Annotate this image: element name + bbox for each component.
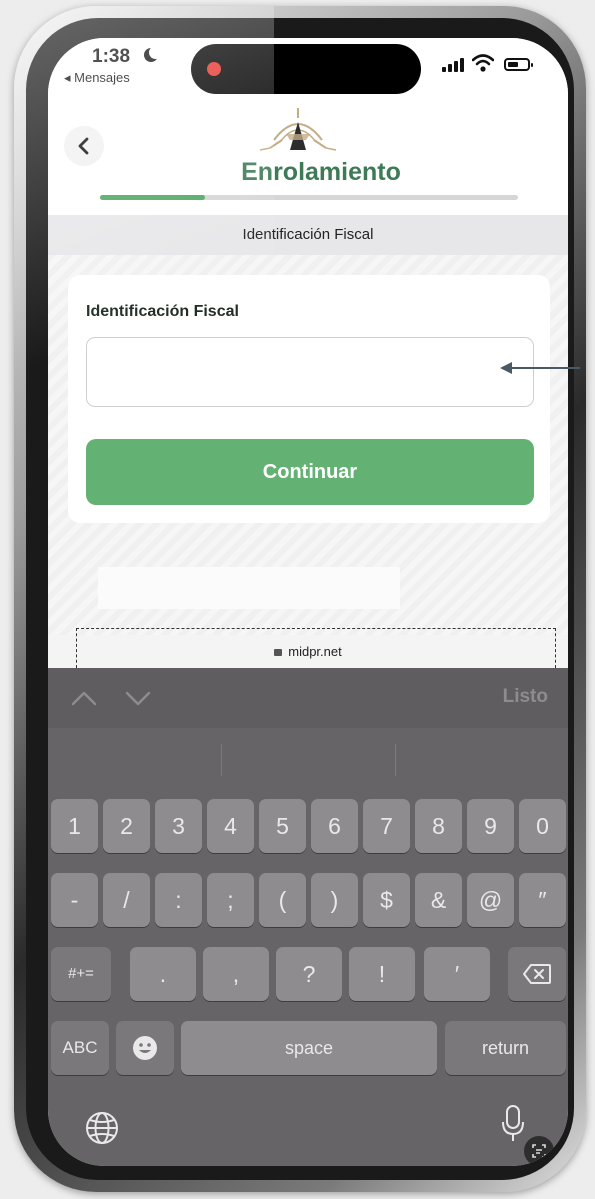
ship-wheel-logo-icon (259, 108, 337, 151)
key-abc[interactable]: ABC (51, 1021, 109, 1075)
status-time: 1:38 (92, 46, 131, 67)
emoji-icon (133, 1036, 157, 1060)
key-slash[interactable]: / (103, 873, 150, 927)
url-text: midpr.net (288, 644, 342, 659)
wifi-icon (472, 54, 494, 72)
emoji-key[interactable] (116, 1021, 174, 1075)
key-exclamation[interactable]: ! (349, 947, 415, 1001)
backspace-icon (523, 964, 551, 984)
microphone-icon[interactable] (500, 1104, 526, 1144)
battery-icon (504, 58, 533, 71)
key-double-quote[interactable]: ″ (519, 873, 566, 927)
key-apostrophe[interactable]: ′ (424, 947, 490, 1001)
done-button[interactable]: Listo (503, 686, 548, 708)
key-dollar[interactable]: $ (363, 873, 410, 927)
tax-id-label: Identificación Fiscal (86, 303, 239, 320)
key-close-paren[interactable]: ) (311, 873, 358, 927)
lock-icon (274, 649, 283, 656)
next-field-chevron-down-icon[interactable] (124, 686, 152, 710)
key-8[interactable]: 8 (415, 799, 462, 853)
main-content: Identificación Fiscal Continuar (48, 255, 568, 635)
key-ampersand[interactable]: & (415, 873, 462, 927)
prediction-divider (395, 744, 396, 776)
key-5[interactable]: 5 (259, 799, 306, 853)
browser-url-bar[interactable]: midpr.net (48, 635, 568, 668)
live-text-scan-icon[interactable] (524, 1136, 554, 1166)
key-0[interactable]: 0 (519, 799, 566, 853)
key-comma[interactable]: , (203, 947, 269, 1001)
numeric-keyboard: 1 2 3 4 5 6 7 8 9 0 - / : ; ( ) $ & @ ″ … (48, 728, 568, 1166)
key-9[interactable]: 9 (467, 799, 514, 853)
key-question[interactable]: ? (276, 947, 342, 1001)
chevron-left-icon (78, 137, 89, 155)
progress-bar (100, 195, 518, 200)
form-card: Identificación Fiscal Continuar (68, 275, 550, 523)
space-key[interactable]: space (181, 1021, 437, 1075)
key-4[interactable]: 4 (207, 799, 254, 853)
prediction-bar (48, 728, 568, 788)
key-at[interactable]: @ (467, 873, 514, 927)
key-colon[interactable]: : (155, 873, 202, 927)
status-bar: 1:38 ◂ Mensajes (48, 38, 568, 98)
prediction-divider (221, 744, 222, 776)
annotation-arrow-head-icon (500, 362, 512, 374)
annotation-arrow-line (508, 367, 580, 369)
key-1[interactable]: 1 (51, 799, 98, 853)
previous-field-chevron-up-icon[interactable] (70, 686, 98, 710)
page-title: Enrolamiento (241, 158, 401, 186)
cellular-signal-icon (442, 56, 466, 72)
backspace-key[interactable] (508, 947, 566, 1001)
phone-screen: 1:38 ◂ Mensajes Enrolamiento Identificac… (48, 38, 568, 1166)
app-header: Enrolamiento (48, 98, 568, 215)
key-hyphen[interactable]: - (51, 873, 98, 927)
tax-id-input[interactable] (86, 337, 534, 407)
globe-icon[interactable] (84, 1110, 120, 1146)
keyboard-accessory-bar: Listo (48, 668, 568, 728)
key-2[interactable]: 2 (103, 799, 150, 853)
blank-placeholder (98, 567, 400, 609)
focus-moon-icon (144, 46, 162, 62)
step-banner: Identificación Fiscal (48, 215, 568, 255)
progress-bar-fill (100, 195, 205, 200)
key-6[interactable]: 6 (311, 799, 358, 853)
back-to-app-link[interactable]: ◂ Mensajes (64, 70, 130, 86)
continue-button[interactable]: Continuar (86, 439, 534, 505)
key-symbols[interactable]: #+= (51, 947, 111, 1001)
key-open-paren[interactable]: ( (259, 873, 306, 927)
dynamic-island (191, 44, 421, 94)
recording-indicator-icon (207, 62, 221, 76)
key-period[interactable]: . (130, 947, 196, 1001)
key-7[interactable]: 7 (363, 799, 410, 853)
scan-text-icon (532, 1144, 546, 1158)
key-3[interactable]: 3 (155, 799, 202, 853)
return-key[interactable]: return (445, 1021, 566, 1075)
key-semicolon[interactable]: ; (207, 873, 254, 927)
